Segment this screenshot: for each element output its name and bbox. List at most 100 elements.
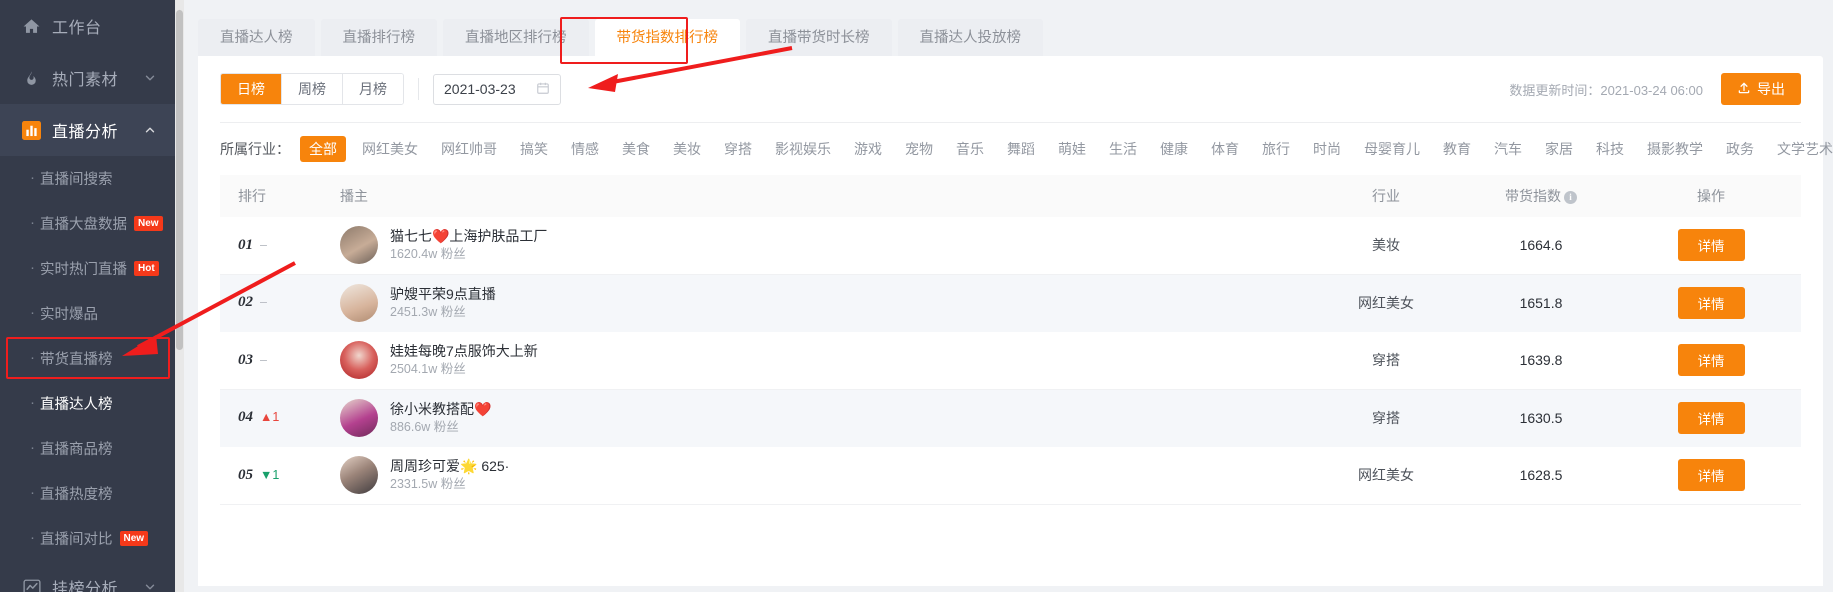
host-fans: 2451.3w 粉丝 bbox=[390, 304, 466, 319]
industry-chip-24[interactable]: 摄影教学 bbox=[1640, 136, 1710, 162]
info-icon[interactable]: i bbox=[1564, 191, 1577, 204]
industry-chip-23[interactable]: 科技 bbox=[1589, 136, 1631, 162]
chip-label: 穿搭 bbox=[724, 141, 752, 157]
bar-chart-icon bbox=[22, 120, 41, 140]
sidebar-item-live-heat-ranking[interactable]: 直播热度榜 bbox=[0, 471, 175, 516]
industry-chip-10[interactable]: 宠物 bbox=[898, 136, 940, 162]
host-name[interactable]: 徐小米教搭配❤️ bbox=[390, 400, 491, 418]
industry-chip-5[interactable]: 美食 bbox=[615, 136, 657, 162]
period-label: 日榜 bbox=[237, 81, 265, 97]
host-name[interactable]: 猫七七❤️上海护肤品工厂 bbox=[390, 227, 547, 245]
chip-label: 母婴育儿 bbox=[1364, 141, 1420, 157]
industry-chip-13[interactable]: 萌娃 bbox=[1051, 136, 1093, 162]
sidebar-item-live-market-data[interactable]: 直播大盘数据 New bbox=[0, 201, 175, 246]
chevron-down-icon bbox=[143, 71, 157, 85]
industry-chip-22[interactable]: 家居 bbox=[1538, 136, 1580, 162]
sidebar-item-live-room-compare[interactable]: 直播间对比 New bbox=[0, 516, 175, 561]
date-value: 2021-03-23 bbox=[444, 81, 516, 97]
avatar[interactable] bbox=[340, 398, 378, 437]
industry-chip-9[interactable]: 游戏 bbox=[847, 136, 889, 162]
sidebar-group-workbench[interactable]: 工作台 bbox=[0, 0, 175, 52]
industry-chip-11[interactable]: 音乐 bbox=[949, 136, 991, 162]
industry-chip-all[interactable]: 全部 bbox=[300, 136, 346, 162]
industry-chip-7[interactable]: 穿搭 bbox=[717, 136, 759, 162]
chip-label: 网红美女 bbox=[362, 141, 418, 157]
cell-industry: 网红美女 bbox=[1358, 467, 1414, 484]
industry-chip-21[interactable]: 汽车 bbox=[1487, 136, 1529, 162]
scroll-up-arrow-icon[interactable] bbox=[176, 3, 183, 15]
table-row[interactable]: 04 ▲1 徐小米教搭配❤️ 886.6w 粉丝 穿搭 1630.5 详情 bbox=[220, 389, 1801, 447]
industry-chip-16[interactable]: 体育 bbox=[1204, 136, 1246, 162]
industry-chip-12[interactable]: 舞蹈 bbox=[1000, 136, 1042, 162]
column-header-host: 播主 bbox=[340, 188, 368, 204]
industry-chip-2[interactable]: 网红帅哥 bbox=[434, 136, 504, 162]
cell-action: 详情 bbox=[1621, 286, 1801, 319]
trend-icon bbox=[22, 578, 41, 592]
tab-live-influencer[interactable]: 直播达人榜 bbox=[198, 18, 315, 56]
industry-chip-19[interactable]: 母婴育儿 bbox=[1357, 136, 1427, 162]
industry-chip-20[interactable]: 教育 bbox=[1436, 136, 1478, 162]
period-monthly[interactable]: 月榜 bbox=[343, 74, 403, 104]
industry-chip-26[interactable]: 文学艺术 bbox=[1770, 136, 1833, 162]
sidebar-item-live-search[interactable]: 直播间搜索 bbox=[0, 156, 175, 201]
industry-chip-18[interactable]: 时尚 bbox=[1306, 136, 1348, 162]
industry-chip-17[interactable]: 旅行 bbox=[1255, 136, 1297, 162]
tab-live-influencer-placement[interactable]: 直播达人投放榜 bbox=[897, 18, 1043, 56]
period-daily[interactable]: 日榜 bbox=[221, 74, 282, 104]
cell-rank: 04 ▲1 bbox=[220, 409, 330, 426]
industry-chip-25[interactable]: 政务 bbox=[1719, 136, 1761, 162]
rank-number: 02 bbox=[238, 294, 253, 311]
cell-action: 详情 bbox=[1621, 229, 1801, 262]
sidebar-item-live-product-ranking[interactable]: 直播商品榜 bbox=[0, 426, 175, 471]
detail-button[interactable]: 详情 bbox=[1677, 401, 1745, 434]
detail-button[interactable]: 详情 bbox=[1677, 229, 1745, 262]
sidebar-item-label: 实时爆品 bbox=[40, 307, 98, 323]
sidebar-group-label: 热门素材 bbox=[52, 72, 119, 89]
chip-label: 网红帅哥 bbox=[441, 141, 497, 157]
detail-button[interactable]: 详情 bbox=[1677, 344, 1745, 377]
industry-chip-15[interactable]: 健康 bbox=[1153, 136, 1195, 162]
tab-live-region-ranking[interactable]: 直播地区排行榜 bbox=[443, 18, 589, 56]
scrollbar-thumb[interactable] bbox=[176, 10, 183, 350]
sidebar-group-hot-material[interactable]: 热门素材 bbox=[0, 52, 175, 104]
tab-live-ranking[interactable]: 直播排行榜 bbox=[320, 18, 437, 56]
sidebar-item-realtime-hot-products[interactable]: 实时爆品 bbox=[0, 291, 175, 336]
sidebar-item-label: 直播热度榜 bbox=[40, 487, 113, 503]
tab-sales-index-ranking[interactable]: 带货指数排行榜 bbox=[594, 18, 740, 56]
sidebar-group-live-analysis[interactable]: 直播分析 bbox=[0, 104, 175, 156]
industry-chip-6[interactable]: 美妆 bbox=[666, 136, 708, 162]
rank-delta: – bbox=[260, 295, 267, 310]
page-scrollbar[interactable] bbox=[175, 0, 184, 592]
industry-chip-8[interactable]: 影视娱乐 bbox=[768, 136, 838, 162]
industry-chip-3[interactable]: 搞笑 bbox=[513, 136, 555, 162]
avatar[interactable] bbox=[340, 226, 378, 265]
avatar[interactable] bbox=[340, 283, 378, 322]
industry-chip-14[interactable]: 生活 bbox=[1102, 136, 1144, 162]
sidebar-group-ranking-analysis[interactable]: 挂榜分析 bbox=[0, 561, 175, 592]
industry-chip-4[interactable]: 情感 bbox=[564, 136, 606, 162]
sidebar-item-realtime-hot-live[interactable]: 实时热门直播 Hot bbox=[0, 246, 175, 291]
table-row[interactable]: 03 – 娃娃每晚7点服饰大上新 2504.1w 粉丝 穿搭 1639.8 详情 bbox=[220, 332, 1801, 390]
cell-index: 1628.5 bbox=[1519, 467, 1563, 484]
chip-label: 文学艺术 bbox=[1777, 141, 1833, 157]
tab-label: 带货指数排行榜 bbox=[616, 29, 719, 46]
export-button[interactable]: 导出 bbox=[1721, 73, 1801, 105]
tab-live-sales-duration[interactable]: 直播带货时长榜 bbox=[746, 18, 892, 56]
host-name[interactable]: 周周珍可爱🌟 625· bbox=[390, 457, 509, 475]
sidebar-item-sales-live-ranking[interactable]: 带货直播榜 bbox=[0, 336, 175, 381]
sidebar-item-live-influencer-ranking[interactable]: 直播达人榜 bbox=[0, 381, 175, 426]
table-row[interactable]: 01 – 猫七七❤️上海护肤品工厂 1620.4w 粉丝 美妆 1664.6 详… bbox=[220, 217, 1801, 275]
date-picker[interactable]: 2021-03-23 bbox=[433, 73, 561, 105]
sidebar-group-label: 直播分析 bbox=[52, 124, 119, 141]
chip-label: 情感 bbox=[571, 141, 599, 157]
industry-chip-1[interactable]: 网红美女 bbox=[355, 136, 425, 162]
host-name[interactable]: 娃娃每晚7点服饰大上新 bbox=[390, 342, 538, 360]
detail-button[interactable]: 详情 bbox=[1677, 459, 1745, 492]
period-weekly[interactable]: 周榜 bbox=[282, 74, 343, 104]
table-row[interactable]: 02 – 驴嫂平荣9点直播 2451.3w 粉丝 网红美女 1651.8 详情 bbox=[220, 274, 1801, 332]
detail-button[interactable]: 详情 bbox=[1677, 286, 1745, 319]
avatar[interactable] bbox=[340, 341, 378, 380]
avatar[interactable] bbox=[340, 456, 378, 495]
table-row[interactable]: 05 ▼1 周周珍可爱🌟 625· 2331.5w 粉丝 网红美女 1628.5 bbox=[220, 447, 1801, 505]
host-name[interactable]: 驴嫂平荣9点直播 bbox=[390, 285, 496, 303]
